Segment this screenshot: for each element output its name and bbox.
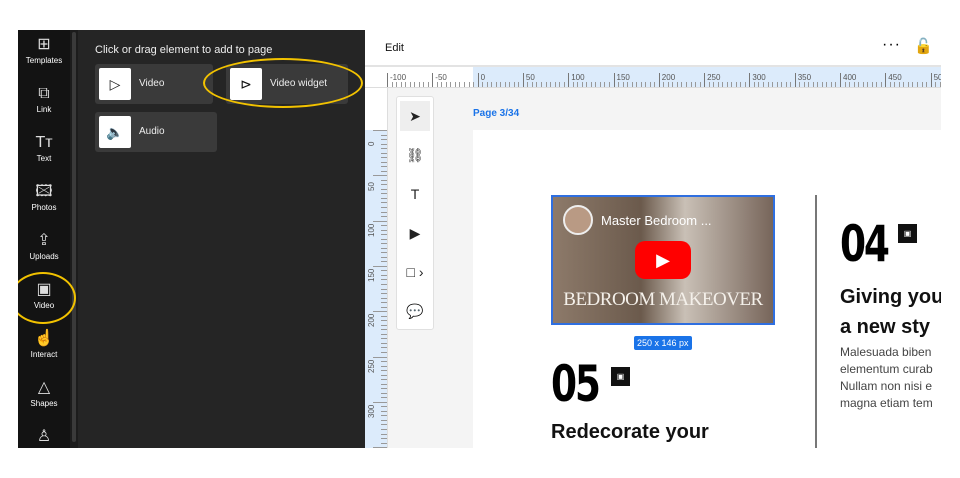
ruler-label: 0 <box>367 141 376 146</box>
size-badge: 250 x 146 px <box>634 336 692 350</box>
editor-app: ⊞ Templates ⧉ Link Tт Text 🖾 Photos ⇪ Uploads ▣ Vid… <box>18 30 941 448</box>
sidebar-item-label: Templates <box>25 56 63 65</box>
shapes-icon: △ <box>37 379 51 396</box>
ruler-label: -50 <box>432 73 447 87</box>
video-tool[interactable]: ▶ <box>400 218 430 248</box>
uploads-icon: ⇪ <box>37 232 51 249</box>
ruler-label: 100 <box>367 223 376 237</box>
video-element-label: Video <box>139 78 165 89</box>
page-canvas: Master Bedroom ... ▶ BEDROOM MAKEOVER 25… <box>473 130 941 448</box>
sidebar-item-label: Interact <box>30 350 58 359</box>
lock-icon[interactable]: 🔓 <box>914 37 933 55</box>
shape-tool[interactable]: □ › <box>400 257 430 287</box>
link-icon: ⧉ <box>38 85 50 102</box>
panel-heading: Click or drag element to add to page <box>95 44 273 56</box>
ruler-label: 150 <box>367 268 376 282</box>
play-icon: ▷ <box>99 68 131 100</box>
sidebar-item-more[interactable]: ♙ <box>18 428 70 448</box>
sidebar-item-label: Photos <box>31 203 57 212</box>
column-divider <box>815 195 817 448</box>
select-tool[interactable]: ➤ <box>400 101 430 131</box>
channel-avatar <box>563 205 593 235</box>
more-icon[interactable]: ··· <box>882 36 901 54</box>
comment-tool[interactable]: 💬 <box>400 296 430 326</box>
vertical-ruler: 050100150200250300350 <box>365 88 388 448</box>
audio-element[interactable]: 🔈 Audio <box>95 112 217 152</box>
audio-element-label: Audio <box>139 126 165 137</box>
elements-panel: Click or drag element to add to page ▷ Vi… <box>78 30 365 448</box>
text-icon: Tт <box>35 134 53 151</box>
interact-icon: ☝ <box>34 330 54 347</box>
ruler-label: 200 <box>367 313 376 328</box>
edit-label[interactable]: Edit <box>385 42 404 54</box>
item-number-04: 04 <box>840 215 890 273</box>
sidebar: ⊞ Templates ⧉ Link Tт Text 🖾 Photos ⇪ Uploads ▣ Vid… <box>18 30 70 448</box>
link-tool[interactable]: ⛓ <box>400 140 430 170</box>
item-heading-04: Giving you a new sty <box>840 286 941 338</box>
sidebar-item-templates[interactable]: ⊞ Templates <box>18 36 70 65</box>
file-icon: ▣ <box>611 367 630 386</box>
sidebar-item-text[interactable]: Tт Text <box>18 134 70 163</box>
sidebar-item-label: Link <box>36 105 52 114</box>
video-overlay-text: BEDROOM MAKEOVER <box>563 289 763 310</box>
ruler-label: 50 <box>522 73 535 87</box>
item-body-04: Malesuada biben elementum curab Nullam n… <box>840 345 933 410</box>
video-widget[interactable]: Master Bedroom ... ▶ BEDROOM MAKEOVER <box>551 195 775 325</box>
photos-icon: 🖾 <box>35 183 53 200</box>
video-title: Master Bedroom ... <box>601 213 712 228</box>
sidebar-item-label: Text <box>36 154 52 163</box>
robot-icon: ♙ <box>36 428 52 445</box>
text-tool[interactable]: T <box>400 179 430 209</box>
templates-icon: ⊞ <box>37 36 51 53</box>
speaker-icon: 🔈 <box>99 116 131 148</box>
sidebar-item-shapes[interactable]: △ Shapes <box>18 379 70 408</box>
tool-palette: ➤ ⛓ T ▶ □ › 💬 <box>396 96 434 330</box>
panel-scrollbar[interactable] <box>70 30 78 448</box>
file-icon: ▣ <box>898 224 917 243</box>
video-element[interactable]: ▷ Video <box>95 64 213 104</box>
page-label: Page 3/34 <box>473 108 520 119</box>
youtube-play-icon[interactable]: ▶ <box>635 241 691 279</box>
sidebar-item-photos[interactable]: 🖾 Photos <box>18 183 70 212</box>
ruler-label: 50 <box>367 182 376 192</box>
sidebar-item-label: Uploads <box>29 252 59 261</box>
sidebar-item-link[interactable]: ⧉ Link <box>18 85 70 114</box>
horizontal-ruler: -100-50050100150200250300350400450500 <box>365 67 941 88</box>
item-number-05: 05 <box>551 355 601 413</box>
sidebar-item-interact[interactable]: ☝ Interact <box>18 330 70 359</box>
sidebar-item-uploads[interactable]: ⇪ Uploads <box>18 232 70 261</box>
item-heading-05: Redecorate your <box>551 421 709 443</box>
highlight-ring <box>203 58 363 108</box>
ruler-label: 250 <box>367 359 376 373</box>
ruler-label: 300 <box>367 404 376 418</box>
sidebar-item-label: Shapes <box>30 399 58 408</box>
top-bar: Edit ··· 🔓 <box>365 30 941 67</box>
